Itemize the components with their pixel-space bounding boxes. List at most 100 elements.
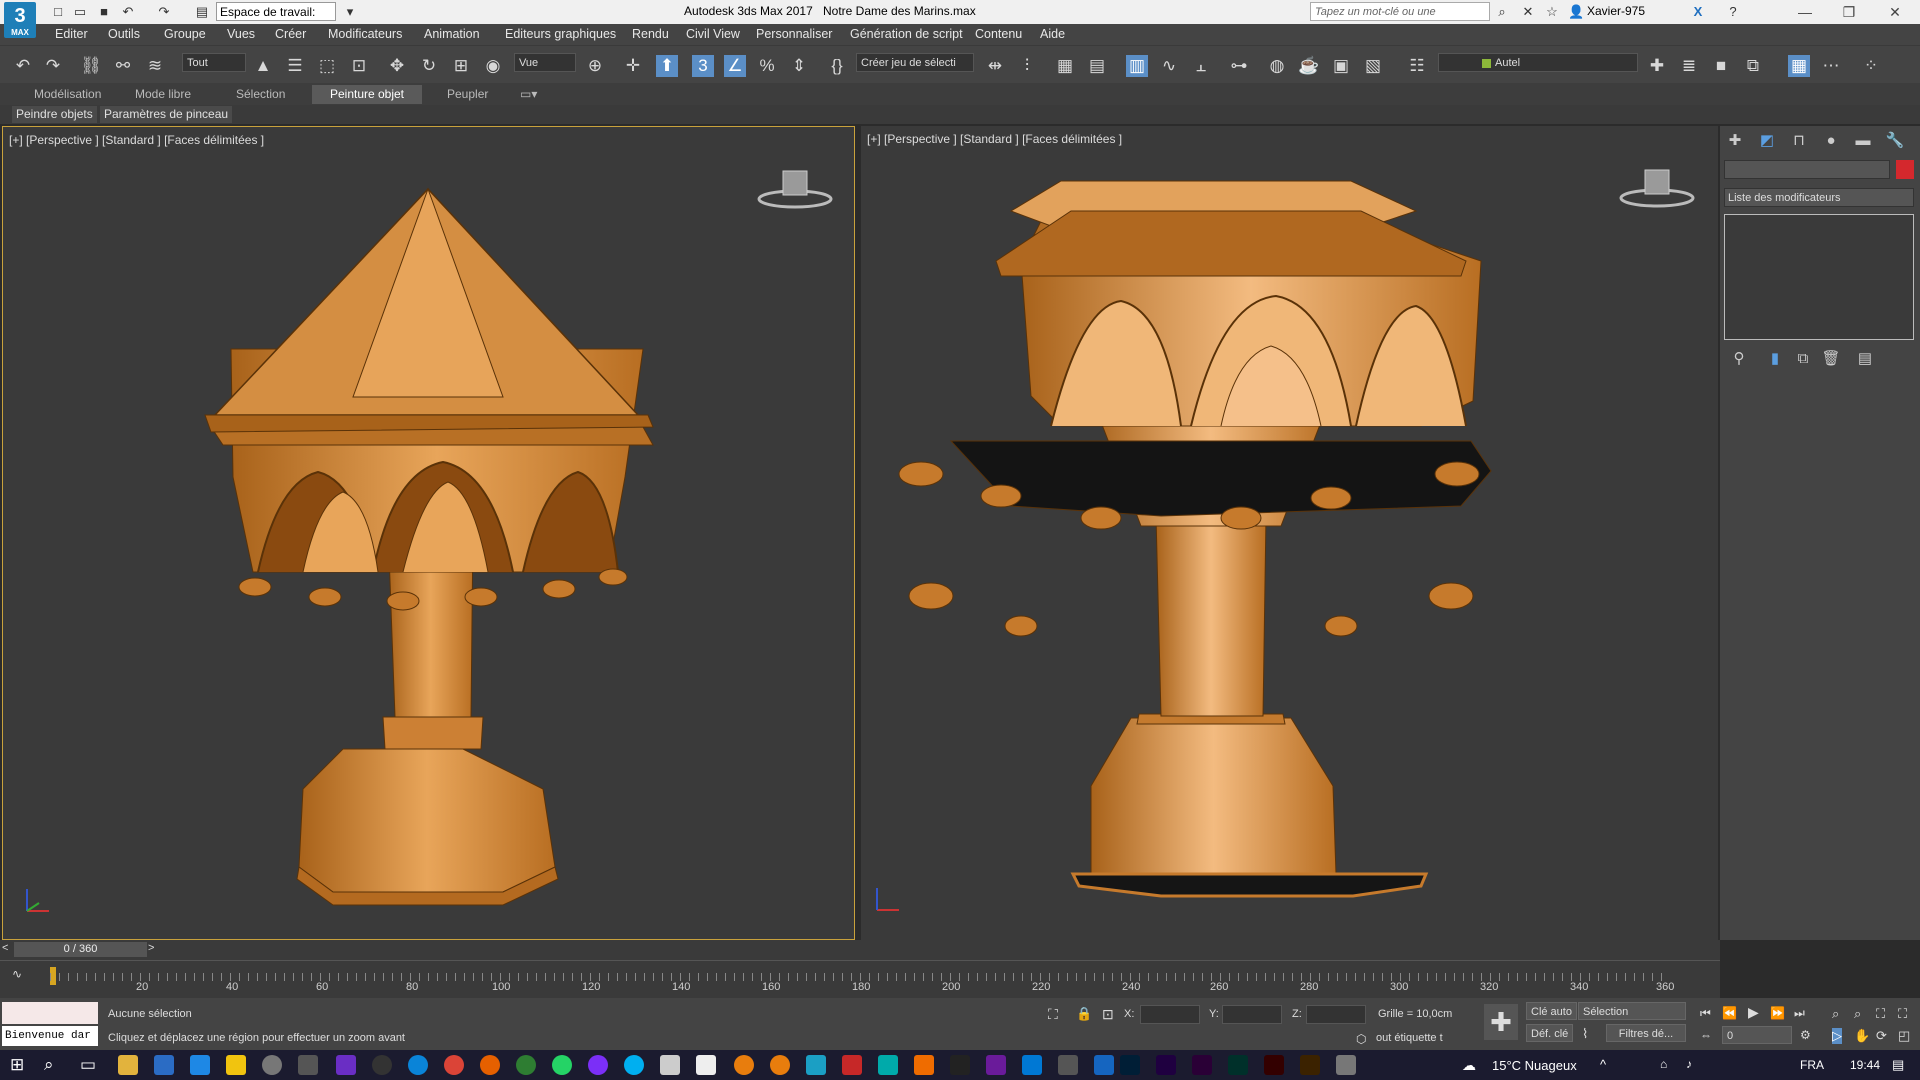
edge-dev-icon[interactable] — [516, 1055, 536, 1075]
add-time-tag[interactable]: out étiquette t — [1376, 1032, 1443, 1044]
select-object-icon[interactable]: ▲ — [252, 55, 274, 77]
menu-vues[interactable]: Vues — [227, 27, 255, 41]
select-layer-icon[interactable]: ■ — [1710, 55, 1732, 77]
next-frame-icon[interactable]: > — [148, 942, 154, 954]
menu-editeurs-graphiques[interactable]: Editeurs graphiques — [505, 27, 616, 41]
edge-icon[interactable] — [408, 1055, 428, 1075]
object-name-input[interactable] — [1724, 160, 1890, 179]
spinner-snap-icon[interactable]: ⇕ — [788, 55, 810, 77]
binoculars-icon[interactable]: ⌕ — [1494, 4, 1510, 20]
network-icon[interactable]: ⌂ — [1660, 1057, 1667, 1071]
tray-chevron-icon[interactable]: ^ — [1600, 1057, 1606, 1072]
user-icon[interactable]: 👤 — [1568, 4, 1584, 20]
motion-tab-icon[interactable]: ● — [1820, 130, 1842, 152]
x-coordinate-input[interactable] — [1140, 1005, 1200, 1024]
menu-aide[interactable]: Aide — [1040, 27, 1065, 41]
baptismal-font-model-left[interactable] — [3, 127, 855, 940]
layer-stack-icon[interactable]: ⧉ — [1742, 55, 1764, 77]
menu-outils[interactable]: Outils — [108, 27, 140, 41]
notifications-icon[interactable]: ▤ — [1892, 1057, 1904, 1073]
display-tab-icon[interactable]: ▬ — [1852, 130, 1874, 152]
remove-modifier-icon[interactable]: 🗑 — [1820, 348, 1842, 370]
menu-personnaliser[interactable]: Personnaliser — [756, 27, 832, 41]
isolate-selection-icon[interactable]: ⛶ — [1048, 1006, 1058, 1023]
file-explorer-icon[interactable] — [118, 1055, 138, 1075]
pivot-center-icon[interactable]: ⊕ — [584, 55, 606, 77]
create-layer-icon[interactable]: ✚ — [1646, 55, 1668, 77]
scene-explorer-icon[interactable]: ▦ — [1054, 55, 1076, 77]
window-crossing-icon[interactable]: ⊡ — [348, 55, 370, 77]
restore-button[interactable]: ❐ — [1834, 2, 1864, 22]
whatsapp-icon[interactable] — [552, 1055, 572, 1075]
mirror-icon[interactable]: ⇹ — [984, 55, 1006, 77]
app-logo[interactable]: 3 MAX — [4, 2, 36, 38]
track-bar[interactable]: ∿ 20 40 60 80 100 120 140 160 180 200 22… — [0, 960, 1720, 999]
object-color-swatch[interactable] — [1896, 160, 1914, 179]
menu-creer[interactable]: Créer — [275, 27, 306, 41]
snaps-toggle-icon[interactable]: 3 — [692, 55, 714, 77]
audition-icon[interactable] — [1228, 1055, 1248, 1075]
frame-slider[interactable]: 0 / 360 — [14, 942, 147, 957]
minimize-button[interactable]: — — [1790, 2, 1820, 22]
align-icon[interactable]: ⫶ — [1016, 55, 1038, 77]
key-filters-button[interactable]: Filtres dé... — [1606, 1024, 1686, 1042]
menu-civil-view[interactable]: Civil View — [686, 27, 740, 41]
field-of-view-icon[interactable]: ▷ — [1832, 1028, 1842, 1044]
app-grey-icon[interactable] — [1058, 1055, 1078, 1075]
render-frame-icon[interactable]: ▣ — [1330, 55, 1352, 77]
clock[interactable]: 19:44 — [1850, 1058, 1880, 1072]
3dsmax-taskbar-icon[interactable] — [806, 1055, 826, 1075]
modifier-stack[interactable] — [1724, 214, 1914, 340]
reference-coordinate-dropdown[interactable]: Vue — [514, 53, 576, 72]
next-key-icon[interactable]: ⏩ — [1770, 1006, 1785, 1020]
store-icon[interactable] — [154, 1055, 174, 1075]
volume-icon[interactable]: ♪ — [1686, 1057, 1692, 1071]
time-config-icon[interactable]: ⚙ — [1800, 1028, 1811, 1042]
search-input[interactable]: Tapez un mot-clé ou une expression — [1310, 2, 1490, 37]
skype-icon[interactable] — [624, 1055, 644, 1075]
curve-editor-mini-icon[interactable]: ∿ — [12, 967, 22, 981]
render-icon[interactable]: ▧ — [1362, 55, 1384, 77]
app-dark-icon[interactable] — [372, 1055, 392, 1075]
workspace-selector[interactable]: Espace de travail: Par — [216, 2, 336, 38]
orbit-icon[interactable]: ⟳ — [1876, 1028, 1887, 1044]
configure-sets-icon[interactable]: ▤ — [1854, 348, 1876, 370]
notepad-icon[interactable] — [1336, 1055, 1356, 1075]
current-frame-input[interactable]: 0 — [1722, 1026, 1792, 1044]
todo-icon[interactable] — [1094, 1055, 1114, 1075]
time-slider[interactable]: < 0 / 360 > — [0, 940, 1720, 960]
app-orange-icon[interactable] — [914, 1055, 934, 1075]
vscode-icon[interactable] — [1022, 1055, 1042, 1075]
material-editor-icon[interactable]: ◍ — [1266, 55, 1288, 77]
tab-peupler[interactable]: Peupler — [447, 87, 488, 101]
undo-icon[interactable]: ↶ — [12, 55, 34, 77]
isolate-icon[interactable]: ⁘ — [1860, 55, 1882, 77]
viewport-left[interactable]: [+] [Perspective ] [Standard ] [Faces dé… — [2, 126, 855, 940]
menu-modificateurs[interactable]: Modificateurs — [328, 27, 402, 41]
photoshop-icon[interactable] — [1120, 1055, 1140, 1075]
key-tangents-icon[interactable]: ⌇ — [1582, 1026, 1588, 1042]
play-icon[interactable]: ▶ — [1748, 1004, 1759, 1021]
selection-filter-dropdown[interactable]: Tout — [182, 53, 246, 72]
zoom-extents-icon[interactable]: ⛶ — [1876, 1006, 1885, 1022]
modify-tab-icon[interactable]: ◩ — [1756, 130, 1778, 152]
app-purple-icon[interactable] — [336, 1055, 356, 1075]
menu-groupe[interactable]: Groupe — [164, 27, 206, 41]
maxscript-listener-mini[interactable] — [2, 1002, 98, 1024]
curve-editor-icon[interactable]: ∿ — [1158, 55, 1180, 77]
menu-animation[interactable]: Animation — [424, 27, 480, 41]
add-to-layer-icon[interactable]: ≣ — [1678, 55, 1700, 77]
bridge-icon[interactable] — [1300, 1055, 1320, 1075]
mail-icon[interactable] — [190, 1055, 210, 1075]
set-key-big-button[interactable]: ✚ — [1484, 1004, 1518, 1040]
video-app-icon[interactable] — [696, 1055, 716, 1075]
weather-text[interactable]: 15°C Nuageux — [1492, 1058, 1577, 1073]
select-manipulate-icon[interactable]: ✛ — [622, 55, 644, 77]
tools-icon[interactable]: ✕ — [1520, 4, 1536, 20]
absolute-mode-icon[interactable]: ⊡ — [1102, 1006, 1114, 1023]
show-end-result-icon[interactable]: ▮ — [1764, 348, 1786, 370]
tab-mode-libre[interactable]: Mode libre — [135, 87, 191, 101]
pan-icon[interactable]: ✋ — [1854, 1028, 1870, 1044]
place-icon[interactable]: ◉ — [482, 55, 504, 77]
z-coordinate-input[interactable] — [1306, 1005, 1366, 1024]
